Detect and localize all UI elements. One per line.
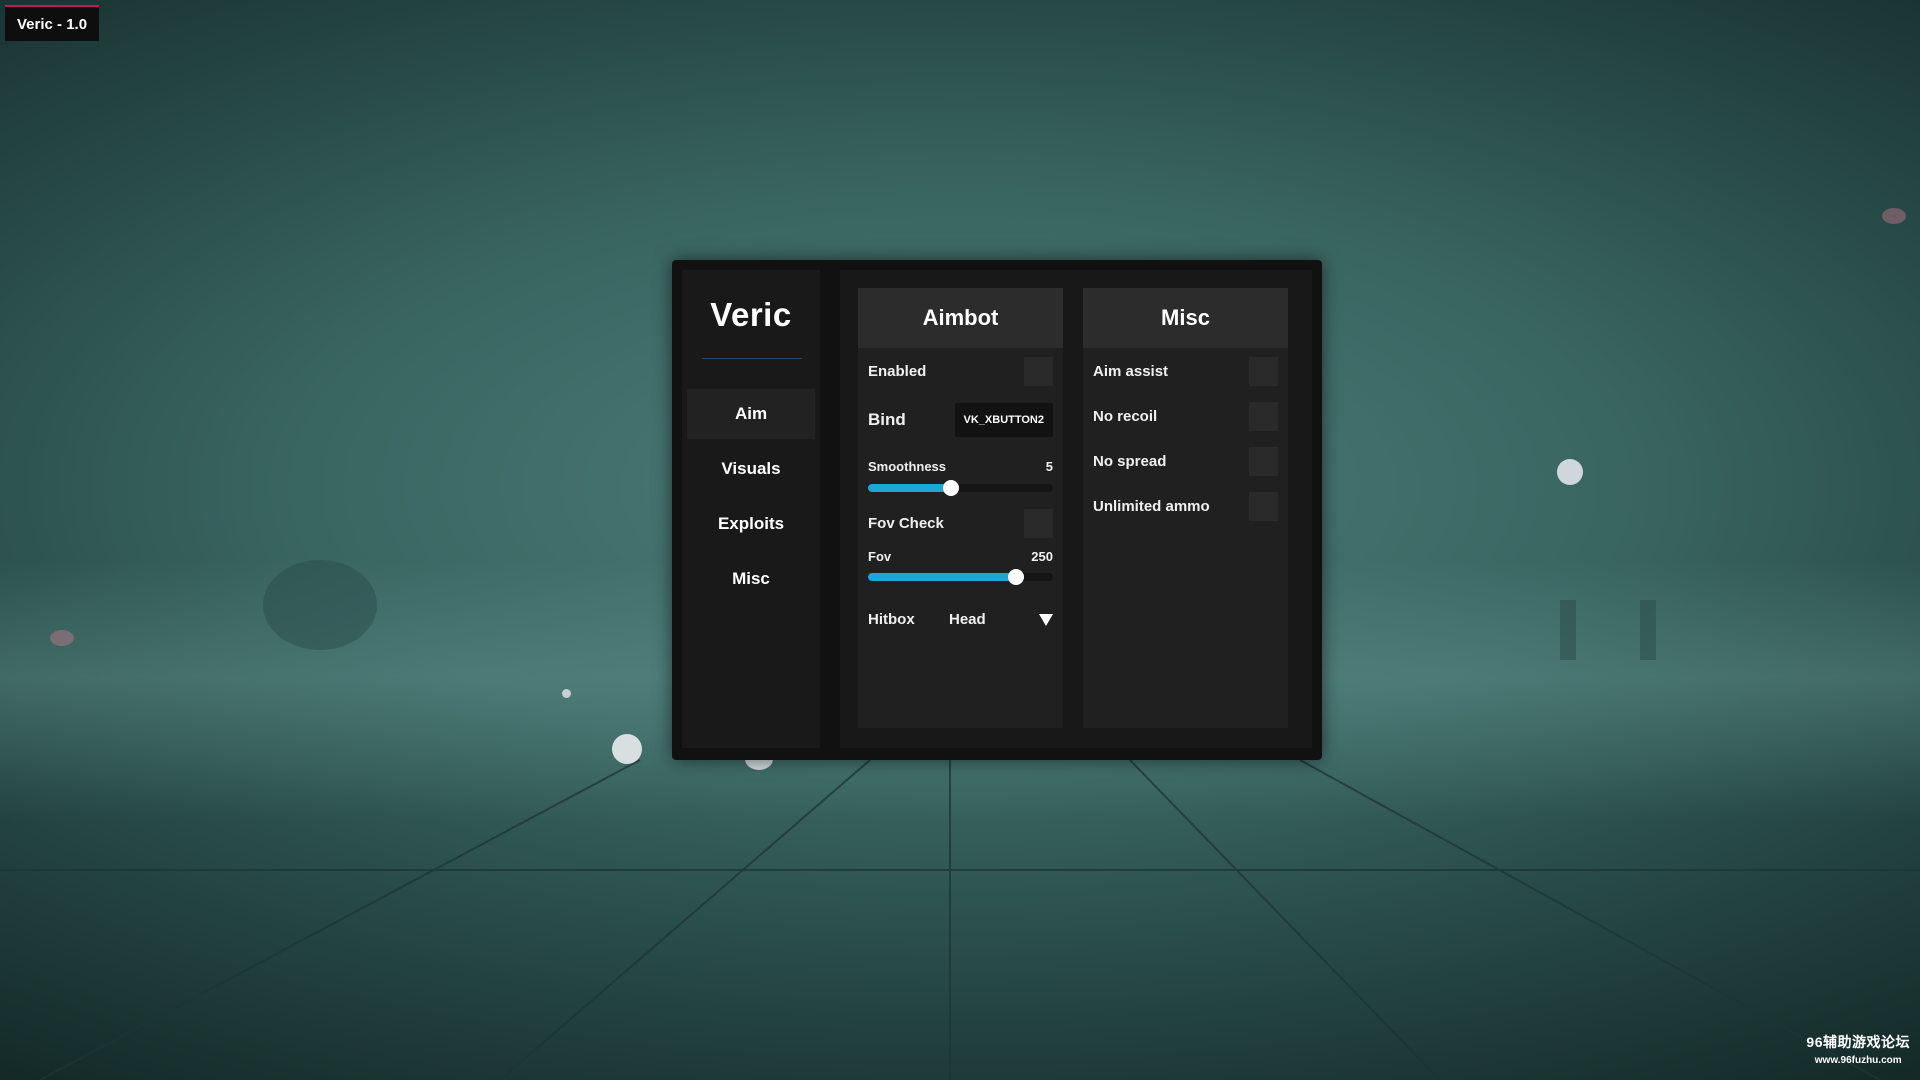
smoothness-slider-thumb[interactable]: [943, 480, 960, 496]
sidebar: Veric Aim Visuals Exploits Misc: [682, 270, 820, 748]
fov-check-label: Fov Check: [868, 515, 944, 532]
fov-slider-fill: [868, 573, 1016, 581]
bind-row: Bind VK_XBUTTON2: [868, 403, 1053, 437]
no-spread-checkbox[interactable]: [1249, 447, 1278, 476]
hitbox-selected-value: Head: [949, 611, 986, 628]
watermark-main-text: 96辅助游戏论坛: [1806, 1034, 1910, 1050]
fov-slider-thumb[interactable]: [1008, 569, 1024, 585]
sidebar-item-visuals[interactable]: Visuals: [687, 444, 815, 494]
dropdown-arrow-icon: [1039, 613, 1053, 626]
hitbox-row: Hitbox Head: [868, 611, 1053, 628]
misc-panel-header: Misc: [1083, 288, 1288, 348]
cheat-menu-window: Veric Aim Visuals Exploits Misc Aimbot E…: [672, 260, 1322, 760]
misc-no-recoil-row: No recoil: [1093, 402, 1278, 431]
fov-row: Fov 250: [868, 549, 1053, 564]
no-spread-label: No spread: [1093, 453, 1167, 470]
no-recoil-label: No recoil: [1093, 408, 1158, 425]
aim-assist-checkbox[interactable]: [1249, 357, 1278, 386]
content-area: Aimbot Enabled Bind VK_XBUTTON2 Smoothne…: [840, 270, 1312, 748]
aimbot-panel: Aimbot Enabled Bind VK_XBUTTON2 Smoothne…: [858, 288, 1063, 728]
fov-value: 250: [1031, 549, 1053, 564]
sidebar-item-exploits[interactable]: Exploits: [687, 499, 815, 549]
glow-orb: [1557, 459, 1583, 485]
fov-slider[interactable]: [868, 569, 1053, 585]
sidebar-item-aim[interactable]: Aim: [687, 389, 815, 439]
unlimited-ammo-label: Unlimited ammo: [1093, 498, 1210, 515]
smoothness-row: Smoothness 5: [868, 459, 1053, 474]
site-watermark: 96辅助游戏论坛 www.96fuzhu.com: [1806, 1032, 1910, 1066]
fov-check-checkbox[interactable]: [1024, 509, 1053, 538]
glow-orb: [612, 734, 642, 764]
brand-title: Veric: [710, 296, 792, 333]
enabled-row: Enabled: [868, 357, 1053, 386]
misc-no-spread-row: No spread: [1093, 447, 1278, 476]
enabled-label: Enabled: [868, 363, 927, 380]
hitbox-dropdown[interactable]: Head: [949, 611, 1053, 628]
bind-key-button[interactable]: VK_XBUTTON2: [954, 403, 1053, 437]
smoothness-slider[interactable]: [868, 480, 1053, 496]
brand-divider: [702, 358, 802, 359]
misc-panel: Misc Aim assist No recoil No spread Unli…: [1083, 288, 1288, 728]
aim-assist-label: Aim assist: [1093, 363, 1169, 380]
misc-aim-assist-row: Aim assist: [1093, 357, 1278, 386]
glow-orb: [50, 630, 74, 646]
bind-label: Bind: [868, 410, 906, 429]
glow-orb: [1882, 208, 1906, 224]
fov-label: Fov: [868, 549, 892, 564]
hitbox-label: Hitbox: [868, 611, 915, 628]
overlay-title-badge: Veric - 1.0: [5, 5, 100, 41]
fov-check-row: Fov Check: [868, 509, 1053, 538]
aimbot-panel-header: Aimbot: [858, 288, 1063, 348]
misc-unlimited-ammo-row: Unlimited ammo: [1093, 492, 1278, 521]
smoothness-slider-fill: [868, 484, 952, 492]
glow-orb: [562, 689, 571, 698]
smoothness-value: 5: [1045, 459, 1053, 474]
enabled-checkbox[interactable]: [1024, 357, 1053, 386]
watermark-url-text: www.96fuzhu.com: [1814, 1055, 1902, 1066]
no-recoil-checkbox[interactable]: [1249, 402, 1278, 431]
sidebar-item-misc[interactable]: Misc: [687, 554, 815, 604]
smoothness-label: Smoothness: [868, 459, 947, 474]
unlimited-ammo-checkbox[interactable]: [1249, 492, 1278, 521]
